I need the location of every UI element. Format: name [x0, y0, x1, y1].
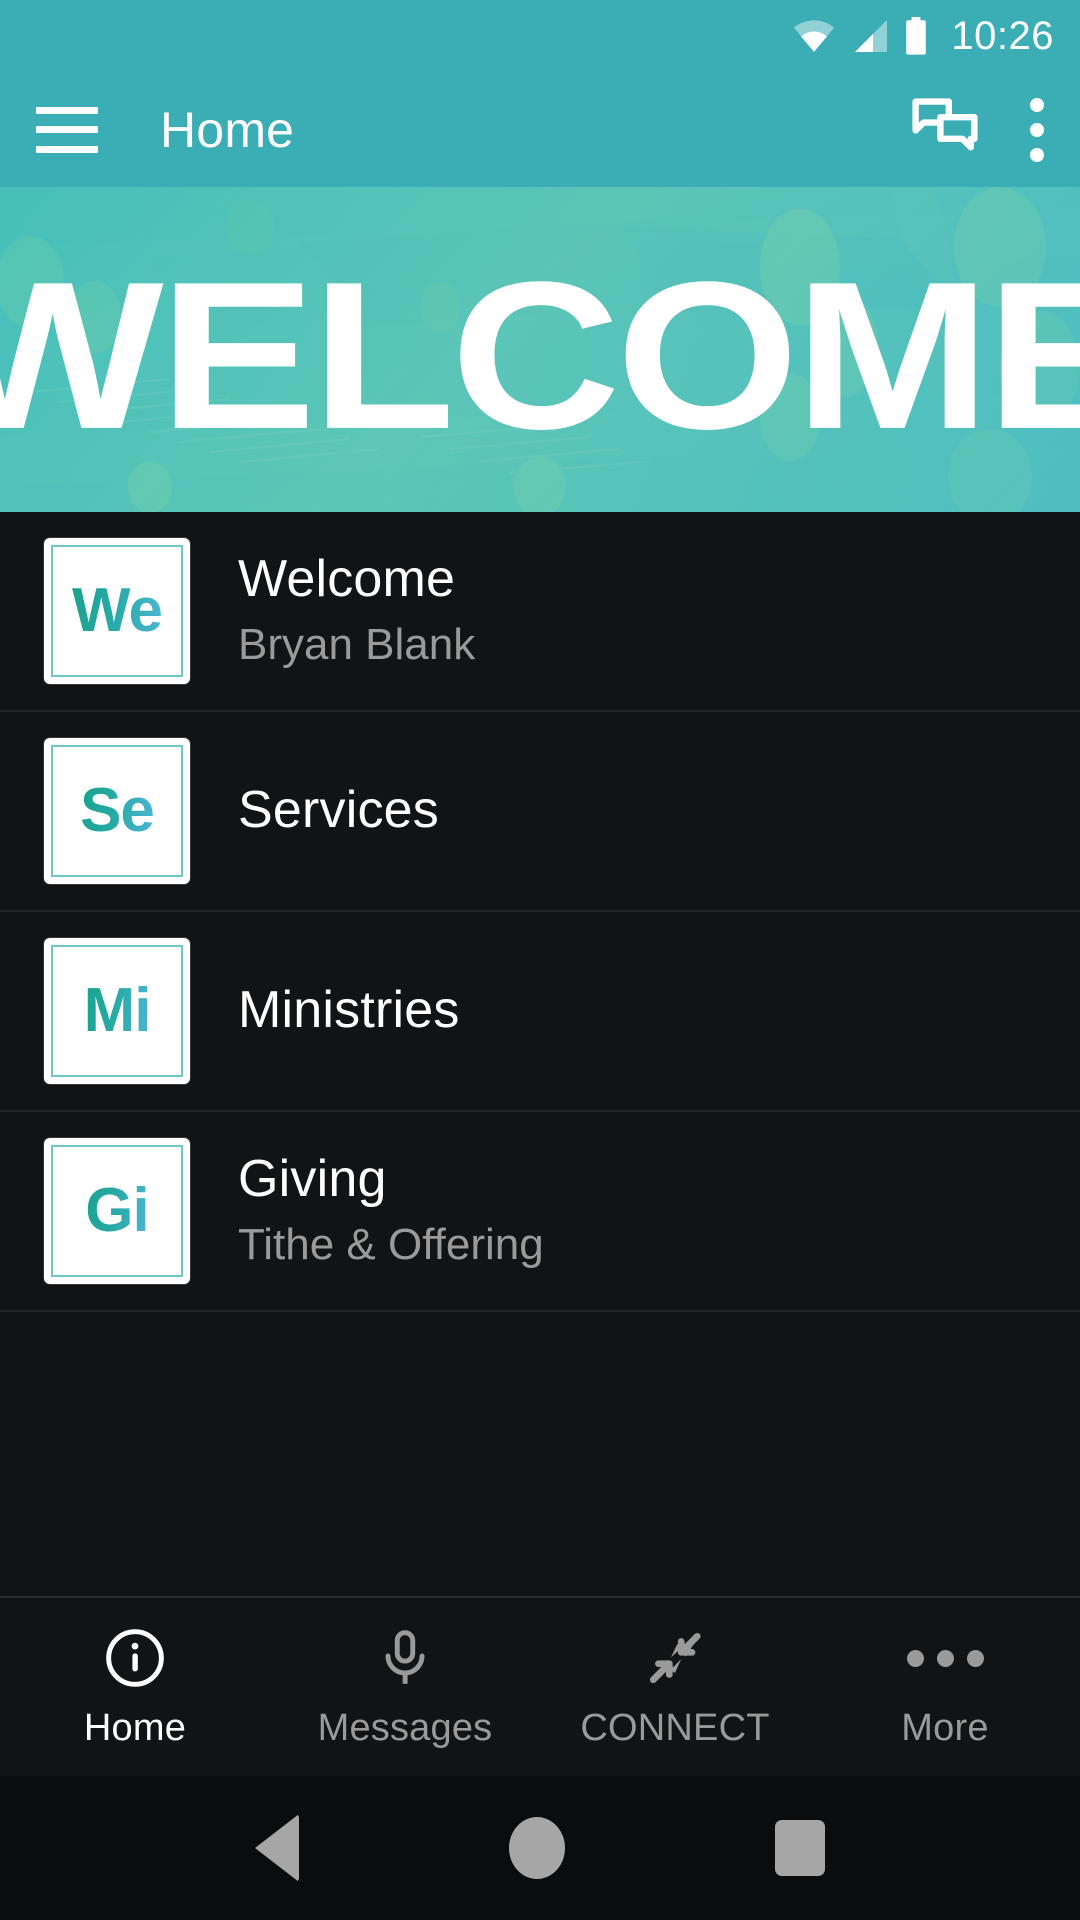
item-thumbnail: Mi — [44, 938, 190, 1084]
thumbnail-initials: Se — [80, 776, 155, 845]
tab-connect[interactable]: CONNECT — [540, 1627, 810, 1747]
app-bar-actions — [912, 97, 1044, 162]
back-triangle-icon[interactable] — [255, 1814, 299, 1882]
item-text-block: Services — [238, 780, 439, 841]
app-screen: 10:26 Home WELCOME We Welcome Bryan Blan… — [0, 0, 1080, 1920]
item-title: Giving — [238, 1149, 387, 1208]
bottom-tab-bar: Home Messages CONNECT More — [0, 1596, 1080, 1776]
item-text-block: Giving Tithe & Offering — [238, 1149, 544, 1274]
list-item[interactable]: Gi Giving Tithe & Offering — [0, 1112, 1080, 1312]
tab-home[interactable]: Home — [0, 1627, 270, 1747]
thumbnail-initials: Gi — [85, 1176, 149, 1245]
item-title: Ministries — [238, 981, 460, 1040]
tab-label: Home — [83, 1707, 187, 1749]
home-feature-list: We Welcome Bryan Blank Se Services Mi Mi… — [0, 512, 1080, 1312]
recents-square-icon[interactable] — [775, 1820, 825, 1876]
item-title: Welcome — [238, 549, 456, 608]
status-bar-clock: 10:26 — [951, 14, 1054, 58]
android-navigation-bar — [0, 1776, 1080, 1920]
home-circle-icon[interactable] — [509, 1817, 565, 1879]
tab-label: CONNECT — [580, 1707, 770, 1749]
item-thumbnail: Gi — [44, 1138, 190, 1284]
list-item[interactable]: Se Services — [0, 712, 1080, 912]
cellular-signal-icon — [849, 20, 889, 52]
page-title: Home — [160, 101, 295, 158]
chat-bubbles-icon[interactable] — [912, 98, 978, 161]
tab-more[interactable]: More — [810, 1627, 1080, 1747]
list-item[interactable]: Mi Ministries — [0, 912, 1080, 1112]
tab-label: Messages — [317, 1707, 493, 1749]
item-text-block: Ministries — [238, 980, 460, 1041]
info-circle-icon — [104, 1627, 166, 1689]
tab-messages[interactable]: Messages — [270, 1627, 540, 1747]
app-bar: Home — [0, 72, 1080, 187]
item-text-block: Welcome Bryan Blank — [238, 549, 475, 674]
item-thumbnail: We — [44, 538, 190, 684]
hero-headline: WELCOME — [0, 237, 1080, 473]
item-subtitle: Tithe & Offering — [238, 1220, 544, 1270]
item-title: Services — [238, 781, 439, 840]
microphone-icon — [374, 1627, 436, 1689]
status-bar: 10:26 — [0, 0, 1080, 72]
thumbnail-initials: Mi — [83, 976, 152, 1045]
overflow-menu-icon[interactable] — [1030, 97, 1044, 162]
list-item[interactable]: We Welcome Bryan Blank — [0, 512, 1080, 712]
collapse-arrows-icon — [644, 1627, 706, 1689]
item-thumbnail: Se — [44, 738, 190, 884]
tab-label: More — [901, 1707, 989, 1749]
more-dots-icon — [906, 1627, 984, 1689]
thumbnail-initials: We — [72, 576, 163, 645]
hero-banner[interactable]: WELCOME — [0, 187, 1080, 512]
hamburger-menu-icon[interactable] — [36, 106, 98, 153]
item-subtitle: Bryan Blank — [238, 620, 476, 670]
battery-icon — [903, 17, 929, 55]
wifi-icon — [793, 20, 835, 52]
